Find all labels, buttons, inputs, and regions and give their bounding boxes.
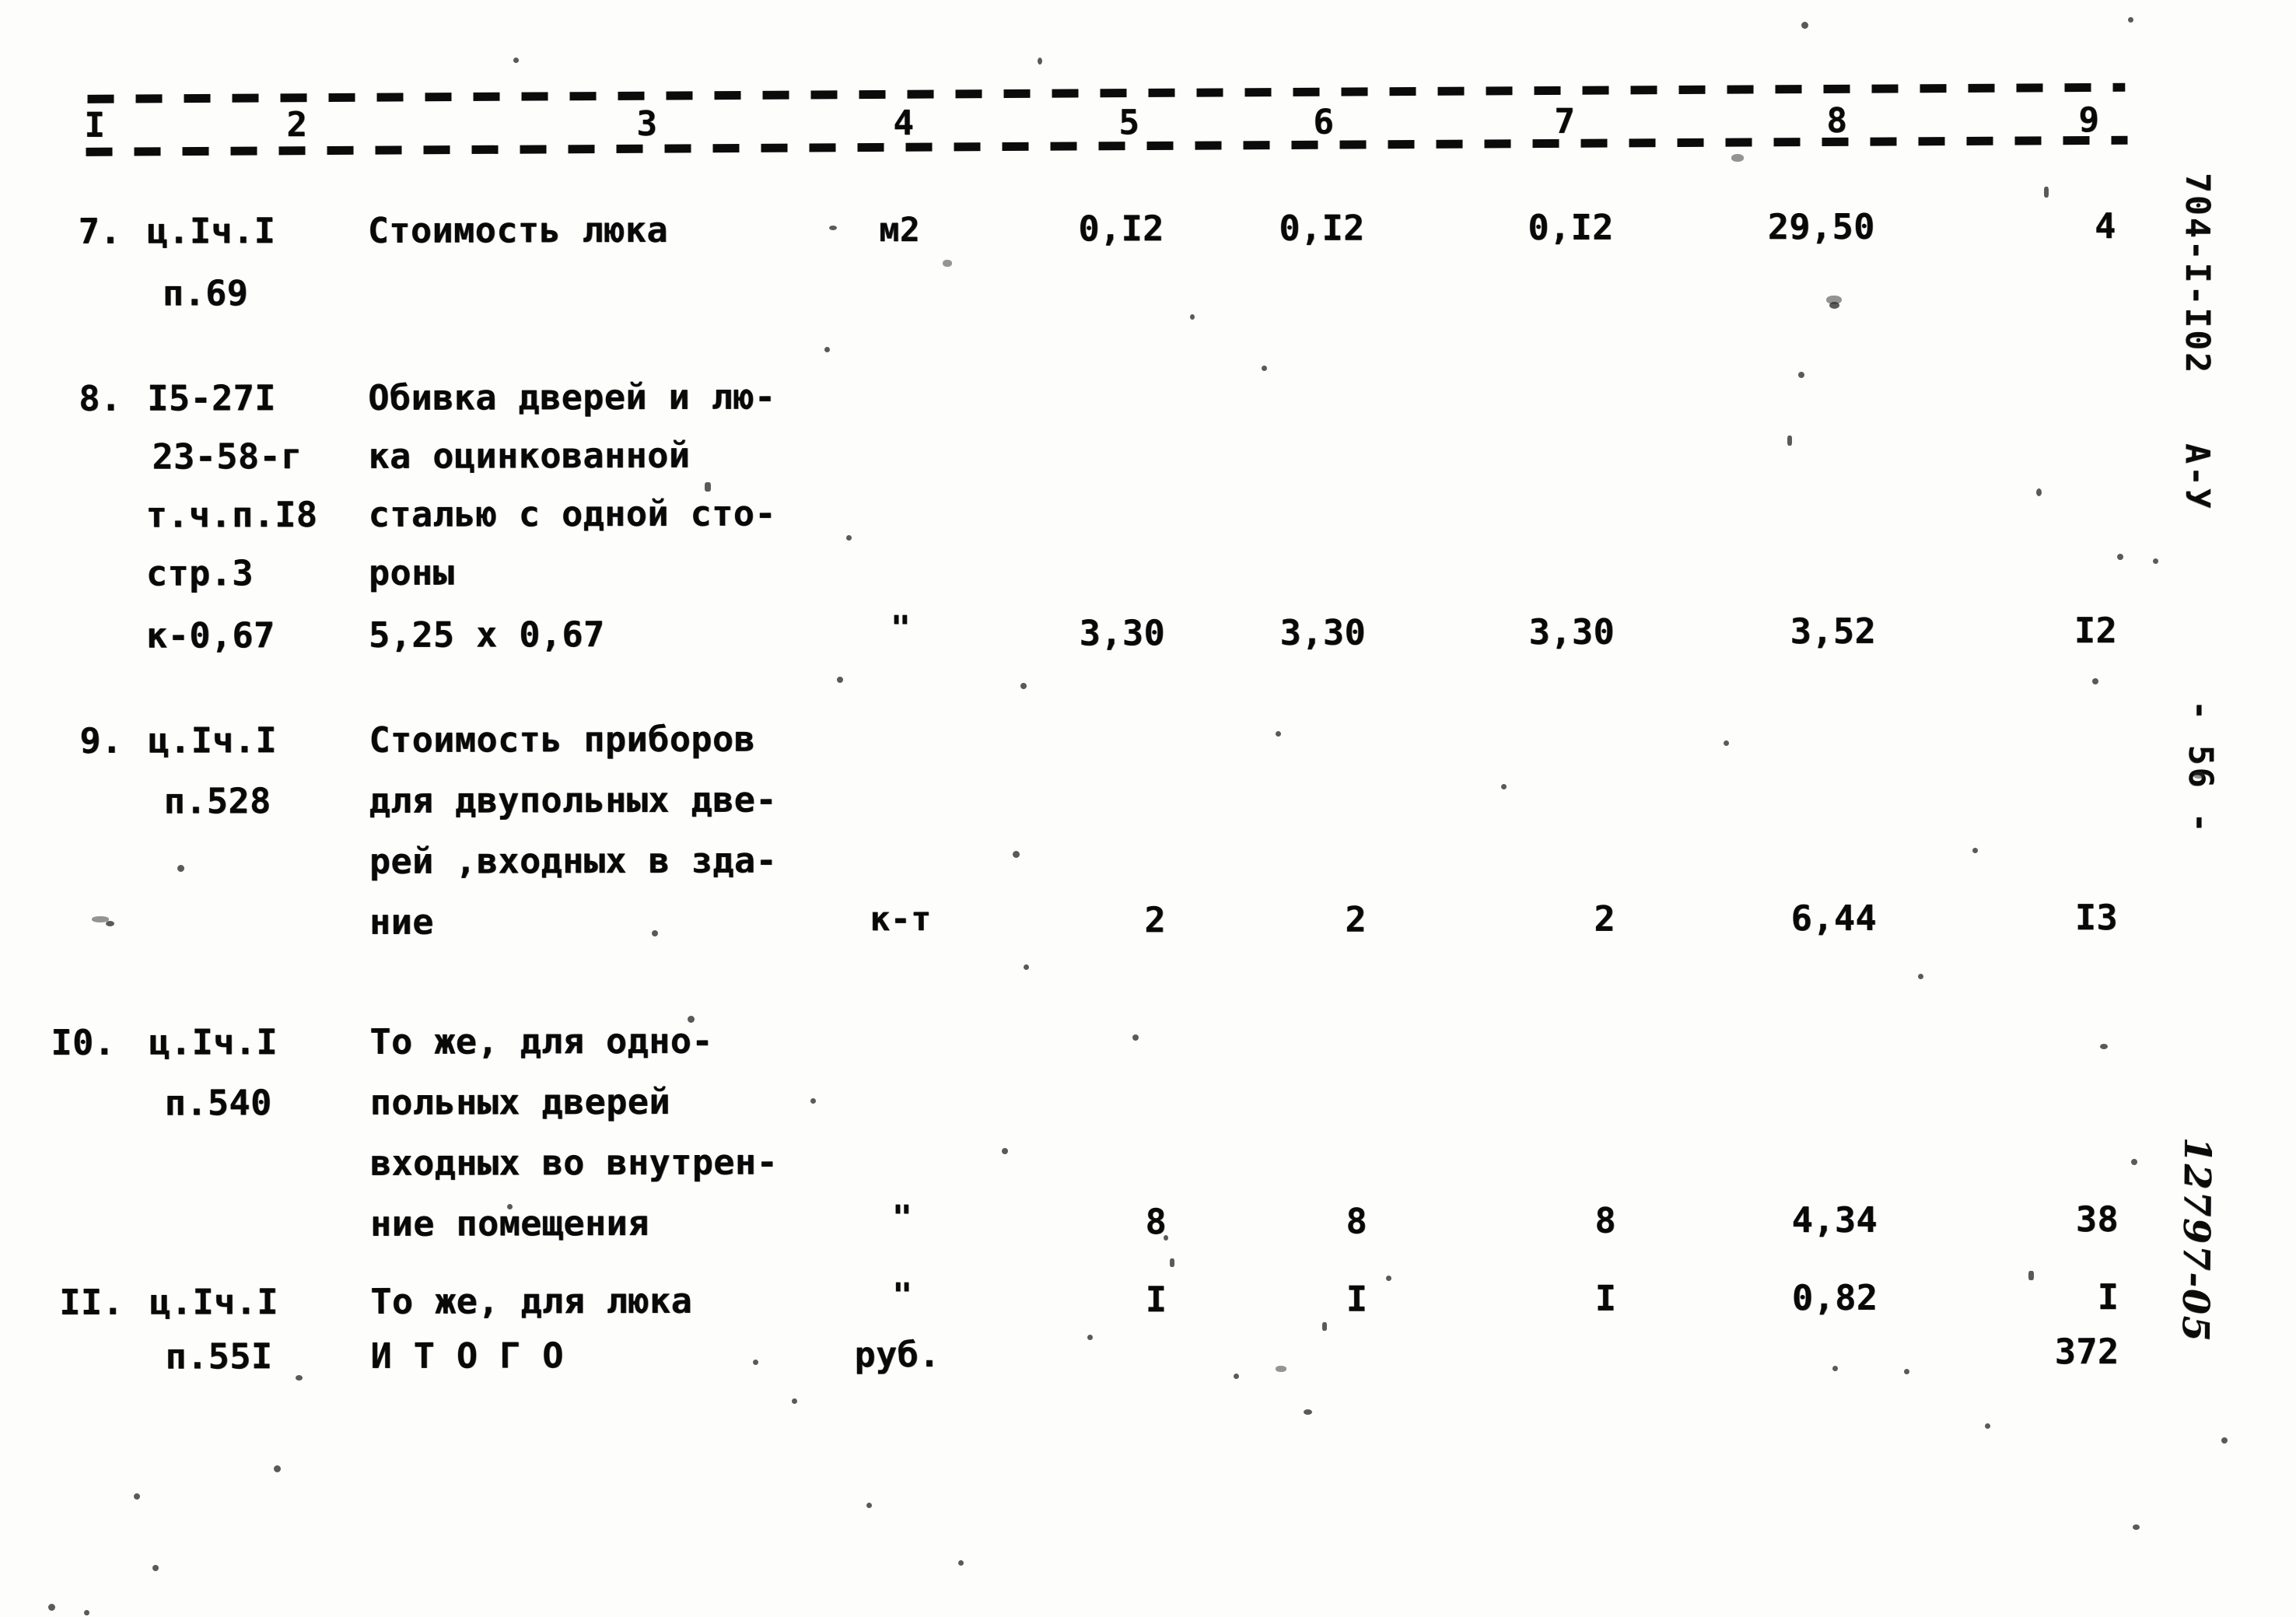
row-value-col5: I (1145, 1279, 1167, 1321)
row-description-line: ние (369, 901, 434, 943)
row-value-col6: 8 (1346, 1200, 1368, 1242)
table-header-rule (86, 135, 2128, 156)
row-number: II. (59, 1281, 124, 1323)
row-description-line: входных во внутрен- (369, 1141, 779, 1184)
row-value-col5: 2 (1144, 899, 1167, 941)
row-value-col5: 3,30 (1079, 612, 1166, 654)
row-value-col6: 3,30 (1279, 611, 1367, 653)
row-description-line: То же, для люка (370, 1279, 693, 1322)
cost-estimate-table: I 2 3 4 5 6 7 8 9 7. ц.Iч.I п.69 Стоимос… (0, 0, 2296, 1617)
margin-series-code: А-У (2178, 443, 2217, 511)
row-code-line: п.540 (164, 1082, 272, 1124)
row-description-line: 5,25 х 0,67 (369, 613, 605, 656)
column-number-6: 6 (1313, 102, 1335, 142)
row-code-line: 23-58-г (152, 435, 303, 478)
row-number: I0. (51, 1021, 116, 1063)
column-number-4: 4 (893, 103, 915, 143)
row-code-line: ц.Iч.I (148, 719, 278, 761)
row-code-line: стр.3 (145, 552, 254, 594)
total-label: И Т О Г О (370, 1335, 564, 1377)
row-code-line: п.528 (163, 780, 271, 822)
row-description-line: сталью с одной сто- (368, 492, 777, 535)
table-top-rule (87, 82, 2126, 103)
row-number: 8. (79, 377, 122, 419)
margin-document-code: 704-I-I02 (2178, 173, 2217, 375)
row-value-col9: I (2097, 1276, 2119, 1318)
row-value-col9: I2 (2074, 609, 2118, 652)
column-number-2: 2 (286, 104, 308, 145)
row-value-col8: 4,34 (1791, 1199, 1878, 1241)
row-value-col9: 4 (2095, 205, 2116, 247)
row-code-line: ц.Iч.I (149, 1281, 279, 1323)
row-description-line: для двупольных две- (369, 779, 778, 821)
row-value-col7: 0,I2 (1528, 206, 1614, 248)
row-code-line: т.ч.п.I8 (145, 493, 318, 536)
column-number-1: I (84, 105, 106, 145)
row-unit: " (892, 1276, 913, 1316)
total-unit: руб. (854, 1333, 941, 1376)
row-code-line: ц.Iч.I (146, 210, 276, 252)
margin-page-number: - 56 - (2181, 700, 2220, 835)
row-value-col7: I (1594, 1277, 1617, 1319)
row-unit: " (891, 1198, 913, 1238)
row-value-col7: 8 (1594, 1199, 1617, 1241)
column-number-8: 8 (1826, 100, 1848, 141)
row-number: 9. (79, 719, 123, 761)
row-description-line: Стоимость люка (367, 208, 669, 251)
row-value-col8: 6,44 (1790, 897, 1878, 939)
column-number-3: 3 (636, 103, 658, 144)
margin-archive-stamp: 12797-05 (2173, 1136, 2219, 1343)
column-number-9: 9 (2078, 100, 2100, 141)
row-unit: к-т (870, 899, 932, 940)
row-value-col8: 3,52 (1790, 610, 1877, 652)
row-value-col7: 2 (1594, 898, 1616, 940)
row-description-line: Обивка дверей и лю- (368, 376, 776, 418)
row-value-col6: 2 (1345, 898, 1367, 940)
row-value-col8: 29,50 (1767, 205, 1875, 248)
row-description-line: рей ,входных в зда- (369, 839, 778, 882)
row-description-line: польных дверей (369, 1080, 671, 1123)
row-code-line: к-0,67 (146, 614, 275, 656)
row-value-col7: 3,30 (1528, 611, 1615, 653)
row-value-col5: 0,I2 (1078, 208, 1164, 250)
row-code-line: I5-27I (147, 377, 276, 419)
row-code-line: п.55I (165, 1335, 273, 1377)
column-number-7: 7 (1554, 101, 1576, 142)
row-value-col6: I (1346, 1278, 1368, 1320)
row-unit: м2 (879, 210, 921, 250)
row-code-line: ц.Iч.I (149, 1021, 278, 1063)
row-unit: " (890, 608, 912, 649)
row-code-line: п.69 (162, 272, 249, 314)
column-number-5: 5 (1118, 103, 1140, 143)
row-number: 7. (78, 210, 122, 252)
scanned-document-page: I 2 3 4 5 6 7 8 9 7. ц.Iч.I п.69 Стоимос… (0, 0, 2296, 1617)
row-description-line: ка оцинкованной (368, 434, 691, 477)
row-value-col9: I3 (2074, 896, 2119, 939)
row-description-line: То же, для одно- (369, 1020, 714, 1062)
row-description-line: ние помещения (370, 1202, 649, 1244)
row-value-col9: 38 (2075, 1198, 2119, 1241)
total-value: 372 (2054, 1330, 2119, 1373)
row-description-line: Стоимость приборов (369, 718, 756, 761)
row-value-col5: 8 (1145, 1201, 1167, 1243)
row-value-col8: 0,82 (1791, 1276, 1878, 1318)
row-description-line: роны (368, 551, 455, 593)
row-value-col6: 0,I2 (1279, 207, 1365, 249)
